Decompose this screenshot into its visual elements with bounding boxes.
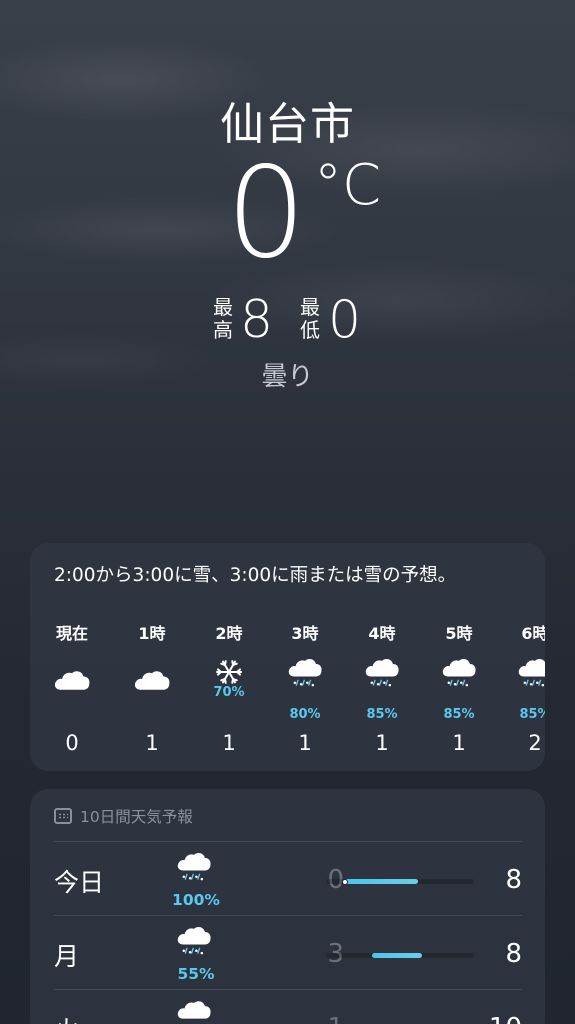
hourly-item: 現在 0 bbox=[37, 623, 107, 755]
current-temperature-dot bbox=[342, 878, 349, 885]
hour-temperature: 1 bbox=[222, 731, 236, 755]
hourly-forecast-card[interactable]: 2:00から3:00に雪、3:00に雨または雪の予想。 現在 0 1時 1 2時 70% 1… bbox=[30, 543, 545, 771]
hour-time: 現在 bbox=[55, 624, 88, 643]
hour-temperature: 1 bbox=[145, 731, 159, 755]
weather-condition: 曇り bbox=[261, 362, 314, 392]
high-label-top: 最 bbox=[213, 295, 233, 319]
ten-day-forecast-title: 10日間天気予報 bbox=[80, 808, 193, 826]
hour-time: 5時 bbox=[445, 624, 473, 643]
hourly-item: 5時 85% 1 bbox=[424, 623, 494, 755]
cloud-sleet-icon bbox=[176, 847, 226, 887]
daily-forecast-row[interactable]: 今日 100% 0 8 bbox=[30, 841, 545, 915]
forecast-summary: 2:00から3:00に雪、3:00に雨または雪の予想。 bbox=[54, 565, 457, 586]
low-temperature: 0 bbox=[328, 290, 362, 350]
hourly-forecast-list[interactable]: 現在 0 1時 1 2時 70% 1 3時 80% 1 4時 85% 1 5時 85% 1 6時 85% 2 bbox=[30, 623, 545, 763]
hourly-item: 2時 70% 1 bbox=[194, 623, 264, 755]
temperature-range-bar bbox=[326, 953, 474, 958]
hourly-item: 1時 1 bbox=[117, 623, 187, 755]
high-temperature: 10 bbox=[480, 1013, 522, 1024]
low-temperature: 1 bbox=[292, 1013, 344, 1024]
cloud-sleet-icon bbox=[176, 921, 226, 961]
daily-forecast-row[interactable]: 月 55% 3 8 bbox=[30, 915, 545, 989]
temperature-range-fill bbox=[371, 953, 423, 958]
ten-day-forecast-header: 10日間天気予報 bbox=[54, 805, 193, 827]
hour-temperature: 2 bbox=[528, 731, 542, 755]
hourly-item: 4時 85% 1 bbox=[347, 623, 417, 755]
precipitation-chance: 85% bbox=[519, 707, 545, 722]
low-label-top: 最 bbox=[300, 295, 320, 319]
cloud-sleet-icon bbox=[424, 653, 494, 705]
cloud-sleet-icon bbox=[347, 653, 417, 705]
hour-time: 4時 bbox=[368, 624, 396, 643]
precipitation-chance: 85% bbox=[366, 707, 398, 722]
hour-temperature: 1 bbox=[375, 731, 389, 755]
day-name: 今日 bbox=[54, 868, 105, 897]
high-temperature: 8 bbox=[505, 939, 522, 969]
precipitation-chance bbox=[117, 685, 187, 701]
hour-time: 1時 bbox=[138, 624, 166, 643]
daily-forecast-row[interactable]: 火 1 10 bbox=[30, 989, 545, 1024]
day-name: 火 bbox=[54, 1011, 79, 1024]
temperature-unit: °C bbox=[314, 153, 382, 218]
precipitation-chance: 80% bbox=[289, 707, 321, 722]
low-label-bottom: 低 bbox=[300, 318, 320, 342]
high-label-bottom: 高 bbox=[213, 318, 233, 342]
current-temperature: 0 °C bbox=[0, 150, 575, 280]
precipitation-chance: 55% bbox=[177, 965, 215, 983]
hour-time: 6時 bbox=[521, 624, 545, 643]
hourly-item: 6時 85% 2 bbox=[500, 623, 545, 755]
high-temperature: 8 bbox=[240, 290, 274, 350]
precipitation-chance: 85% bbox=[443, 707, 475, 722]
temperature-range-bar bbox=[326, 878, 474, 885]
day-name: 月 bbox=[54, 942, 80, 971]
ten-day-forecast-card[interactable]: 10日間天気予報 今日 100%08月 55%38 火 1 10 bbox=[30, 789, 545, 1024]
hour-time: 3時 bbox=[291, 624, 319, 643]
precipitation-chance: 70% bbox=[213, 685, 245, 700]
hourly-item: 3時 80% 1 bbox=[270, 623, 340, 755]
hour-temperature: 1 bbox=[298, 731, 312, 755]
precipitation-chance bbox=[37, 685, 107, 701]
temperature-value: 0 bbox=[226, 139, 307, 286]
temperature-range-fill bbox=[345, 879, 418, 884]
high-low-temperatures: 最 高 8 最 低 0 bbox=[0, 292, 575, 348]
calendar-icon bbox=[54, 808, 72, 824]
high-temperature: 8 bbox=[505, 865, 522, 895]
hour-temperature: 0 bbox=[65, 731, 79, 755]
cloud-icon bbox=[176, 995, 226, 1024]
precipitation-chance: 100% bbox=[172, 891, 220, 909]
hour-temperature: 1 bbox=[452, 731, 466, 755]
hour-time: 2時 bbox=[215, 624, 243, 643]
cloud-sleet-icon bbox=[270, 653, 340, 705]
cloud-sleet-icon bbox=[500, 653, 545, 705]
